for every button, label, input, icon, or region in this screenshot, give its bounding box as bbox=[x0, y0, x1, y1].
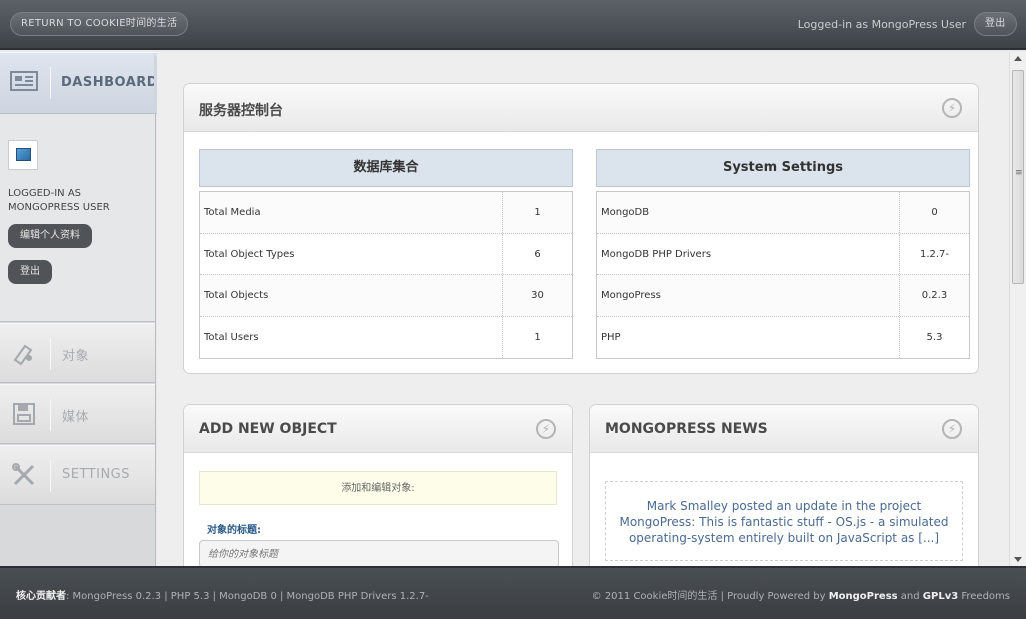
panel-title: ADD NEW OBJECT bbox=[199, 421, 337, 437]
return-to-site-button[interactable]: RETURN TO COOKIE时间的生活 bbox=[10, 12, 189, 36]
object-title-label: 对象的标题: bbox=[207, 525, 261, 536]
logged-in-status: Logged-in as MongoPress User bbox=[797, 18, 966, 31]
license-link[interactable]: GPLv3 bbox=[923, 591, 958, 602]
row-value: 1 bbox=[502, 316, 572, 358]
row-value: 30 bbox=[502, 275, 572, 316]
avatar-image-icon bbox=[16, 148, 31, 161]
table-row: MongoDB PHP Drivers 1.2.7- bbox=[597, 233, 969, 275]
table-row: Total Media 1 bbox=[200, 192, 572, 234]
scroll-thumb[interactable]: ≡ bbox=[1012, 70, 1024, 284]
row-key: Total Object Types bbox=[204, 248, 295, 260]
scroll-down-arrow-icon[interactable] bbox=[1014, 557, 1022, 562]
sidebar-item-label: SETTINGS bbox=[62, 467, 131, 482]
sidebar-item-label: DASHBOARD bbox=[61, 75, 159, 90]
table-row: MongoDB 0 bbox=[597, 192, 969, 234]
system-settings-table: System Settings MongoDB 0 MongoDB PHP Dri… bbox=[596, 149, 970, 359]
sidebar: DASHBOARD LOGGED-IN AS MONGOPRESS USER 编… bbox=[0, 52, 158, 566]
row-value: 1.2.7- bbox=[899, 233, 969, 274]
settings-icon bbox=[10, 462, 38, 490]
news-item-link[interactable]: Mark Smalley posted an update in the pro… bbox=[605, 481, 963, 561]
sidebar-item-objects[interactable]: 对象 bbox=[0, 323, 155, 383]
row-key: MongoPress bbox=[601, 290, 661, 301]
scroll-up-arrow-icon[interactable] bbox=[1014, 56, 1022, 61]
server-console-panel: 服务器控制台 ⚡ 数据库集合 Total Media 1 Total Object… bbox=[183, 83, 979, 374]
row-value: 0.2.3 bbox=[899, 275, 969, 316]
sidebar-item-label: 媒体 bbox=[62, 410, 90, 425]
row-key: Total Media bbox=[204, 207, 261, 218]
table-header: System Settings bbox=[596, 149, 970, 187]
table-body: Total Media 1 Total Object Types 6 Total O… bbox=[199, 191, 573, 359]
add-edit-hint: 添加和编辑对象: bbox=[199, 471, 557, 505]
database-collections-table: 数据库集合 Total Media 1 Total Object Types 6 T… bbox=[199, 149, 573, 359]
collapse-icon[interactable]: ⚡ bbox=[942, 419, 962, 439]
sidebar-item-dashboard[interactable]: DASHBOARD bbox=[0, 52, 158, 114]
footer-core-contributors: 核心贡献者: MongoPress 0.2.3 | PHP 5.3 | Mong… bbox=[16, 587, 429, 602]
row-key: PHP bbox=[601, 331, 621, 343]
object-title-input[interactable] bbox=[199, 540, 559, 566]
panel-header: 服务器控制台 ⚡ bbox=[184, 84, 978, 132]
row-key: MongoDB PHP Drivers bbox=[601, 248, 712, 260]
user-profile-panel: LOGGED-IN AS MONGOPRESS USER 编辑个人资料 登出 bbox=[0, 114, 155, 322]
logout-button[interactable]: 登出 bbox=[974, 12, 1017, 36]
media-icon bbox=[10, 401, 38, 429]
row-value: 1 bbox=[502, 192, 572, 233]
table-row: Total Users 1 bbox=[200, 316, 572, 358]
footer-copyright: © 2011 Cookie时间的生活 | Proudly Powered by … bbox=[592, 587, 1010, 602]
panel-title: MONGOPRESS NEWS bbox=[605, 421, 768, 437]
table-header: 数据库集合 bbox=[199, 149, 573, 187]
vertical-scrollbar[interactable]: ≡ bbox=[1009, 52, 1026, 566]
divider bbox=[50, 67, 51, 99]
collapse-icon[interactable]: ⚡ bbox=[536, 419, 556, 439]
logged-in-as-text: LOGGED-IN AS MONGOPRESS USER bbox=[8, 187, 110, 215]
mongopress-news-panel: MONGOPRESS NEWS ⚡ Mark Smalley posted an… bbox=[589, 404, 979, 566]
collapse-icon[interactable]: ⚡ bbox=[942, 98, 962, 118]
top-bar: RETURN TO COOKIE时间的生活 Logged-in as Mongo… bbox=[0, 0, 1026, 50]
freedoms-text: Freedoms bbox=[958, 591, 1010, 602]
add-new-object-panel: ADD NEW OBJECT ⚡ 添加和编辑对象: 对象的标题: bbox=[183, 404, 573, 566]
objects-icon bbox=[10, 340, 38, 368]
sidebar-item-label: 对象 bbox=[62, 349, 90, 364]
and-text: and bbox=[897, 591, 923, 602]
row-key: MongoDB bbox=[601, 207, 650, 218]
panel-header: ADD NEW OBJECT ⚡ bbox=[184, 405, 572, 453]
logged-in-user: MONGOPRESS USER bbox=[8, 202, 110, 213]
edit-profile-button[interactable]: 编辑个人资料 bbox=[8, 224, 92, 248]
avatar bbox=[8, 140, 38, 170]
panel-title: 服务器控制台 bbox=[199, 103, 283, 119]
divider bbox=[50, 399, 51, 431]
row-value: 5.3 bbox=[899, 316, 969, 358]
footer: 核心贡献者: MongoPress 0.2.3 | PHP 5.3 | Mong… bbox=[0, 566, 1026, 619]
grip-icon: ≡ bbox=[1015, 168, 1023, 178]
divider bbox=[50, 460, 51, 492]
panel-header: MONGOPRESS NEWS ⚡ bbox=[590, 405, 978, 453]
table-body: MongoDB 0 MongoDB PHP Drivers 1.2.7- Mongo… bbox=[596, 191, 970, 359]
table-row: PHP 5.3 bbox=[597, 316, 969, 358]
row-value: 6 bbox=[502, 233, 572, 274]
table-row: Total Object Types 6 bbox=[200, 233, 572, 275]
footer-label: 核心贡献者 bbox=[16, 591, 66, 602]
row-value: 0 bbox=[899, 192, 969, 233]
mongopress-link[interactable]: MongoPress bbox=[829, 591, 898, 602]
divider bbox=[50, 338, 51, 370]
sidebar-item-settings[interactable]: SETTINGS bbox=[0, 445, 155, 505]
footer-versions: : MongoPress 0.2.3 | PHP 5.3 | MongoDB 0… bbox=[66, 591, 429, 602]
table-row: Total Objects 30 bbox=[200, 275, 572, 317]
sidebar-item-media[interactable]: 媒体 bbox=[0, 384, 155, 444]
row-key: Total Users bbox=[204, 331, 259, 343]
sidebar-logout-button[interactable]: 登出 bbox=[8, 260, 52, 284]
copyright-text: © 2011 Cookie时间的生活 | Proudly Powered by bbox=[591, 591, 829, 602]
main-content: 服务器控制台 ⚡ 数据库集合 Total Media 1 Total Object… bbox=[157, 52, 1009, 566]
row-key: Total Objects bbox=[204, 290, 269, 301]
dashboard-icon bbox=[10, 69, 38, 97]
logged-in-line: LOGGED-IN AS bbox=[8, 188, 82, 199]
table-row: MongoPress 0.2.3 bbox=[597, 275, 969, 317]
